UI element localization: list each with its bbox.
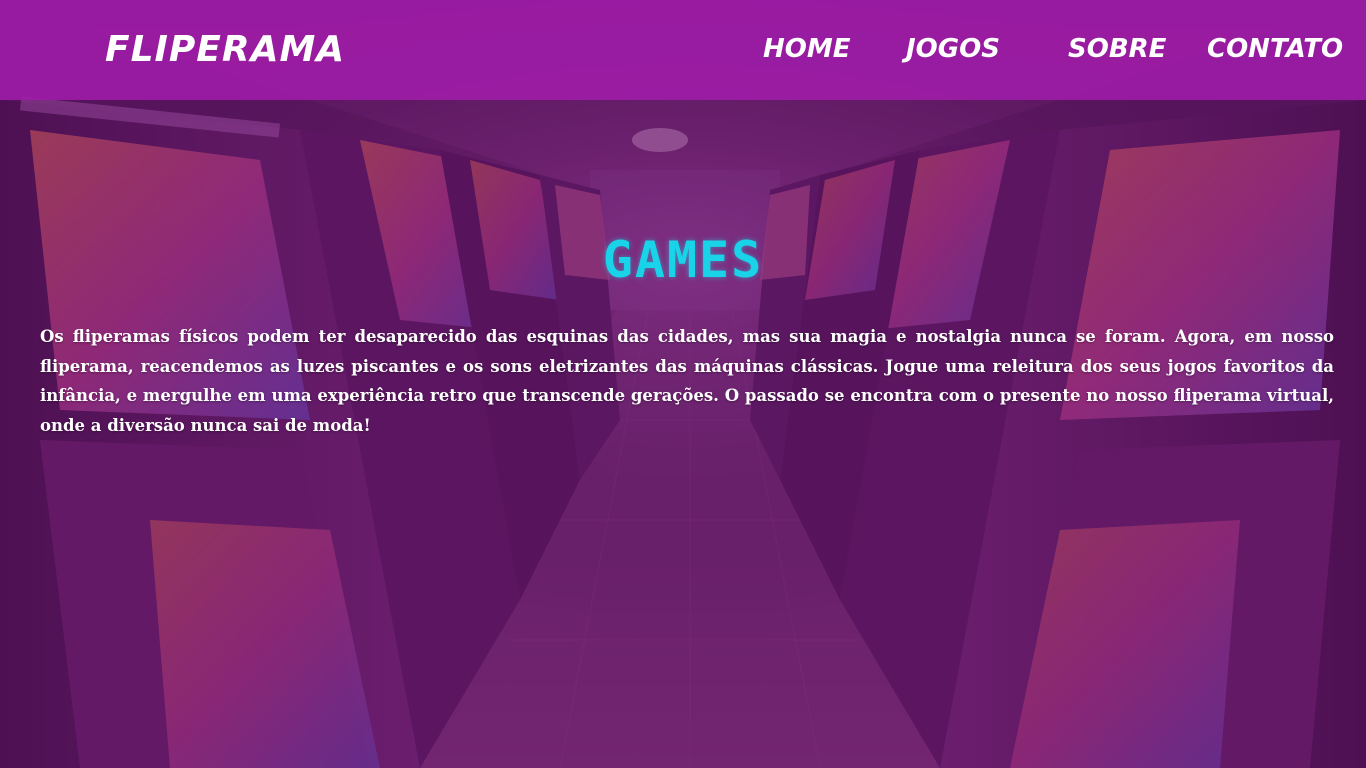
hero-title: GAMES (602, 231, 764, 289)
top-navbar: FLIPERAMA HOME JOGOS SOBRE CONTATO (0, 0, 1366, 100)
nav-link-contato[interactable]: CONTATO (1207, 30, 1343, 68)
page: FLIPERAMA HOME JOGOS SOBRE CONTATO GAMES… (0, 0, 1366, 768)
hero-description: Os fliperamas físicos podem ter desapare… (40, 327, 1334, 435)
nav-link-sobre[interactable]: SOBRE (1068, 30, 1166, 68)
nav-link-home[interactable]: HOME (763, 30, 851, 68)
nav-link-jogos[interactable]: JOGOS (906, 30, 1000, 68)
brand-logo-link[interactable]: FLIPERAMA (105, 26, 345, 74)
